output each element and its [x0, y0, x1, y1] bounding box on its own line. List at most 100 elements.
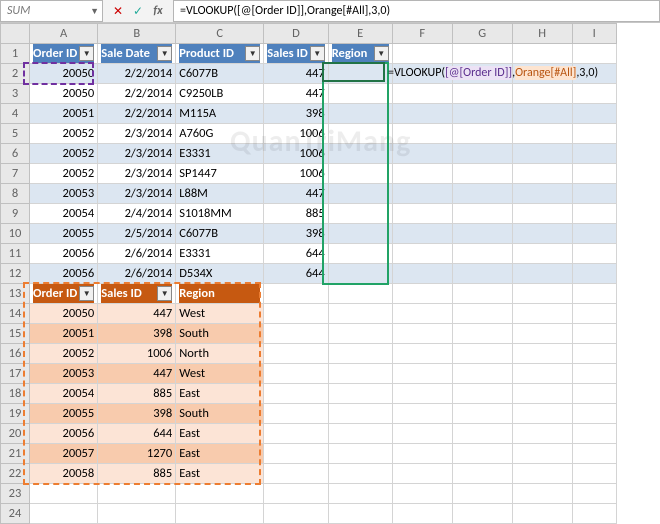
cell[interactable] [512, 124, 572, 144]
row-header[interactable]: 24 [1, 504, 30, 524]
cell[interactable] [328, 144, 392, 164]
row-header[interactable]: 12 [1, 264, 30, 284]
cell[interactable] [572, 324, 616, 344]
cell[interactable]: 398 [98, 404, 176, 424]
cell[interactable] [392, 244, 452, 264]
cell[interactable] [176, 504, 264, 524]
cell[interactable] [264, 404, 328, 424]
cell[interactable]: 1270 [98, 444, 176, 464]
cell[interactable]: Order ID▼ [30, 284, 98, 304]
cell[interactable] [452, 244, 512, 264]
cell[interactable] [572, 484, 616, 504]
cell[interactable] [512, 504, 572, 524]
cell[interactable] [452, 264, 512, 284]
cell[interactable] [572, 304, 616, 324]
cell[interactable] [30, 504, 98, 524]
cell[interactable]: 2/3/2014 [98, 124, 176, 144]
cell[interactable]: 20054 [30, 204, 98, 224]
cell[interactable] [452, 404, 512, 424]
filter-icon[interactable]: ▼ [157, 286, 172, 301]
cell[interactable]: 20057 [30, 444, 98, 464]
cell[interactable]: 2/3/2014 [98, 144, 176, 164]
cell[interactable] [452, 164, 512, 184]
cell[interactable] [452, 284, 512, 304]
cell[interactable] [572, 504, 616, 524]
cell[interactable] [264, 424, 328, 444]
cell[interactable] [452, 364, 512, 384]
cell[interactable] [328, 244, 392, 264]
row-header[interactable]: 5 [1, 124, 30, 144]
cell[interactable] [98, 484, 176, 504]
cell[interactable] [512, 364, 572, 384]
col-header-A[interactable]: A [30, 24, 98, 44]
cell[interactable]: 398 [98, 324, 176, 344]
cell[interactable] [328, 404, 392, 424]
col-header-G[interactable]: G [452, 24, 512, 44]
cell[interactable] [512, 404, 572, 424]
cell[interactable]: 1006 [98, 344, 176, 364]
cell[interactable]: 2/3/2014 [98, 164, 176, 184]
cell[interactable] [572, 144, 616, 164]
cell[interactable]: 2/2/2014 [98, 64, 176, 84]
cell[interactable]: North [176, 344, 264, 364]
cell[interactable] [452, 344, 512, 364]
cell[interactable] [512, 44, 572, 64]
cell[interactable]: 447 [98, 364, 176, 384]
cell[interactable]: Region▼ [328, 44, 392, 64]
cell[interactable]: 447 [264, 184, 328, 204]
cell[interactable] [264, 344, 328, 364]
cell[interactable]: 885 [264, 204, 328, 224]
cell[interactable] [512, 144, 572, 164]
filter-icon[interactable]: ▼ [79, 46, 94, 61]
cell[interactable] [264, 464, 328, 484]
cell[interactable] [328, 444, 392, 464]
cell[interactable] [572, 84, 616, 104]
cell[interactable] [392, 224, 452, 244]
cell[interactable] [452, 484, 512, 504]
cell[interactable] [392, 344, 452, 364]
name-box[interactable]: SUM ▼ [0, 0, 103, 22]
cell[interactable] [392, 144, 452, 164]
cell[interactable]: South [176, 324, 264, 344]
cell[interactable] [452, 144, 512, 164]
row-header[interactable]: 17 [1, 364, 30, 384]
cell[interactable] [512, 324, 572, 344]
cell[interactable] [512, 64, 572, 84]
cell[interactable] [328, 344, 392, 364]
cell[interactable]: Region [176, 284, 264, 304]
cell[interactable] [512, 104, 572, 124]
cell[interactable]: 2/3/2014 [98, 184, 176, 204]
cell[interactable] [264, 284, 328, 304]
col-header-H[interactable]: H [512, 24, 572, 44]
filter-icon[interactable]: ▼ [310, 46, 325, 61]
cell[interactable] [572, 344, 616, 364]
cell[interactable] [452, 104, 512, 124]
cell[interactable] [452, 304, 512, 324]
cell[interactable]: 2/2/2014 [98, 104, 176, 124]
cell[interactable]: E3331 [176, 244, 264, 264]
cell[interactable]: 1006 [264, 144, 328, 164]
row-header[interactable]: 14 [1, 304, 30, 324]
cell[interactable]: 2/6/2014 [98, 244, 176, 264]
cell[interactable]: 20052 [30, 344, 98, 364]
cell[interactable]: East [176, 464, 264, 484]
row-header[interactable]: 20 [1, 424, 30, 444]
cell[interactable]: 885 [98, 464, 176, 484]
cell[interactable] [392, 44, 452, 64]
row-header[interactable]: 3 [1, 84, 30, 104]
cell[interactable] [512, 444, 572, 464]
cell[interactable]: D534X [176, 264, 264, 284]
cell[interactable] [512, 284, 572, 304]
cell[interactable] [328, 164, 392, 184]
cell[interactable]: 20056 [30, 424, 98, 444]
cell[interactable] [392, 404, 452, 424]
cell[interactable] [328, 224, 392, 244]
cell[interactable]: L88M [176, 184, 264, 204]
cell[interactable] [452, 184, 512, 204]
cell[interactable] [328, 484, 392, 504]
cell[interactable] [572, 184, 616, 204]
cell[interactable] [572, 104, 616, 124]
filter-icon[interactable]: ▼ [157, 46, 172, 61]
cell[interactable] [452, 424, 512, 444]
fx-icon[interactable]: fx [151, 4, 165, 18]
